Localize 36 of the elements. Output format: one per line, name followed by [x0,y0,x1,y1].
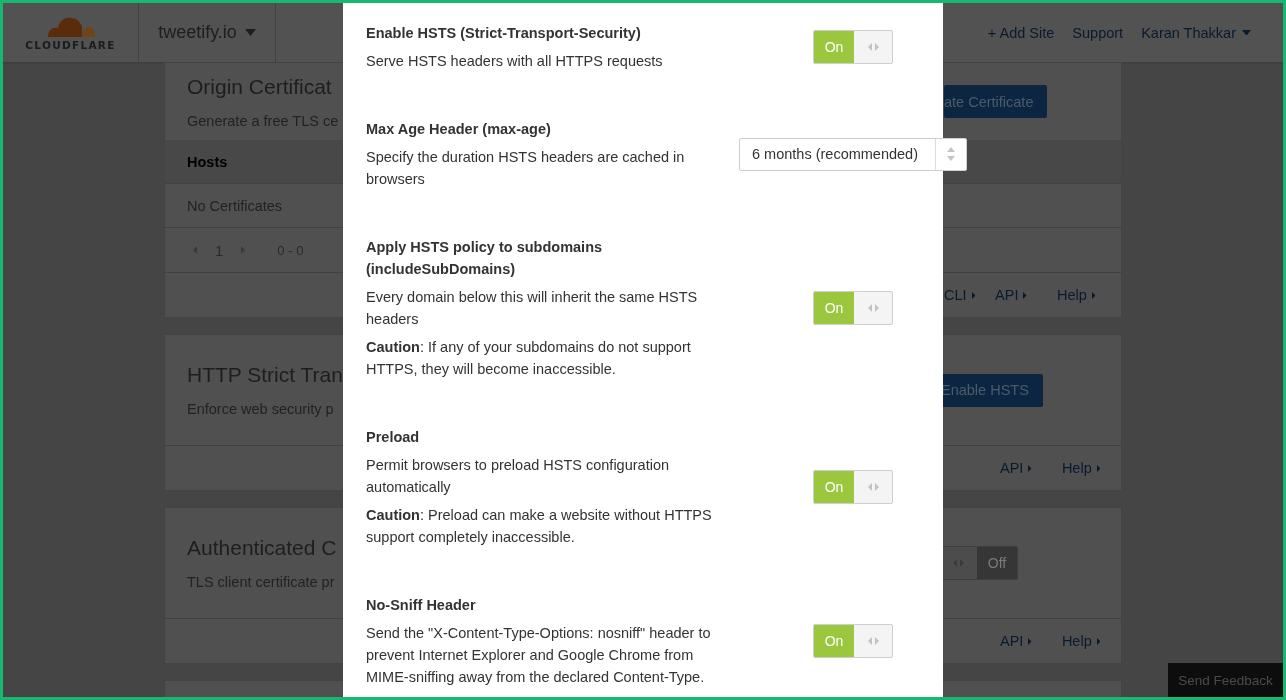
select-value: 6 months (recommended) [751,146,919,162]
footer-link[interactable]: Help [1061,633,1101,649]
footer-link[interactable]: API [995,287,1027,303]
setting-title: Max Age Header (max-age) [366,120,552,139]
setting-title: Apply HSTS policy to subdomains (includeSubDomains) [366,238,604,279]
toggle-state: On [814,625,854,657]
setting-description: Every domain below this will inherit the same HSTS headers [366,288,699,329]
toggle-state: Off [977,547,1017,579]
user-menu[interactable]: Karan Thakkar [1141,24,1251,41]
toggle-switch[interactable]: On [813,470,893,504]
setting-description: Send the "X-Content-Type-Options: nosniff" header to prevent Internet Explorer and Google Chrome from MIME-sniffing away from the declared Content-Type. [366,624,712,687]
setting-description: Serve HSTS headers with all HTTPS requests [366,52,664,71]
setting-title: Enable HSTS (Strict-Transport-Security) [366,24,642,43]
send-feedback-button[interactable]: Send Feedback [1168,663,1283,697]
toggle-switch[interactable]: On [813,291,893,325]
setting-title: Preload [366,428,421,447]
footer-link[interactable]: Help [1056,287,1096,303]
setting-description: Caution: If any of your subdomains do not support HTTPS, they will become inaccessible. [366,338,692,379]
toggle-state: On [814,31,854,63]
footer-link[interactable]: API [1000,633,1032,649]
footer-link[interactable]: Help [1061,460,1101,476]
max-age-select[interactable]: 6 months (recommended) [739,137,967,171]
setting-description: Permit browsers to preload HSTS configuration automatically [366,456,671,497]
footer-link[interactable]: API [1000,460,1032,476]
header-link[interactable]: + Add Site [987,24,1055,41]
header-link[interactable]: Support [1072,24,1124,41]
setting-title: No-Sniff Header [366,596,477,615]
table-header: Hosts [187,153,228,170]
setting-description: Caution: Preload can make a website without HTTPS support completely inaccessible. [366,506,713,547]
setting-description: Specify the duration HSTS headers are cached in browsers [366,148,686,189]
toggle-state: On [814,292,854,324]
footer-link[interactable]: CLI [944,287,976,303]
toggle-switch[interactable]: On [813,624,893,658]
create-certificate-button[interactable]: ate Certificate [944,85,1048,118]
toggle-switch[interactable]: On [813,30,893,64]
toggle-state: On [814,471,854,503]
